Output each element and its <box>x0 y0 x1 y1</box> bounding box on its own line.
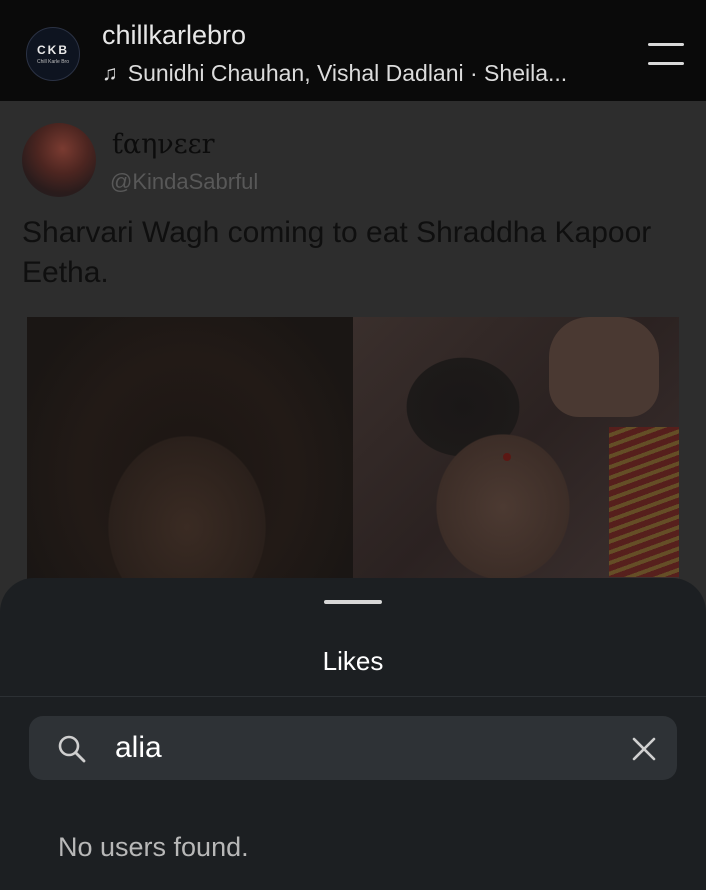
raised-hand-shape <box>549 317 659 417</box>
search-bar[interactable] <box>29 716 677 780</box>
avatar-logo-text: CKB <box>37 43 69 57</box>
post-image-left <box>27 317 353 587</box>
account-username[interactable]: chillkarlebro <box>102 20 246 51</box>
song-info[interactable]: ♫ Sunidhi Chauhan, Vishal Dadlani · Shei… <box>102 60 567 87</box>
account-avatar[interactable]: CKB Chill Karle Bro <box>26 27 80 81</box>
sheet-drag-handle[interactable] <box>324 600 382 604</box>
likes-bottom-sheet: Likes No users found. <box>0 578 706 890</box>
menu-icon[interactable] <box>646 42 686 68</box>
post-text: Sharvari Wagh coming to eat Shraddha Kap… <box>22 216 652 289</box>
author-handle[interactable]: @KindaSabrful <box>110 169 258 195</box>
search-input[interactable] <box>115 728 615 768</box>
avatar-logo-subtext: Chill Karle Bro <box>37 59 69 65</box>
search-icon <box>58 735 86 763</box>
music-note-icon: ♫ <box>102 61 118 85</box>
story-header: CKB Chill Karle Bro chillkarlebro ♫ Suni… <box>0 0 706 101</box>
song-title: Sunidhi Chauhan, Vishal Dadlani · Sheila… <box>127 60 568 86</box>
bangles-shape <box>609 427 679 577</box>
close-icon[interactable] <box>631 736 657 762</box>
divider <box>0 696 706 697</box>
post-media[interactable] <box>27 317 679 587</box>
author-name[interactable]: ƭαηνεεr <box>112 129 215 160</box>
bindi-shape <box>503 453 511 461</box>
author-avatar[interactable] <box>22 123 96 197</box>
post-image-right <box>353 317 679 587</box>
sheet-title: Likes <box>322 646 384 676</box>
empty-state-message: No users found. <box>58 832 249 862</box>
